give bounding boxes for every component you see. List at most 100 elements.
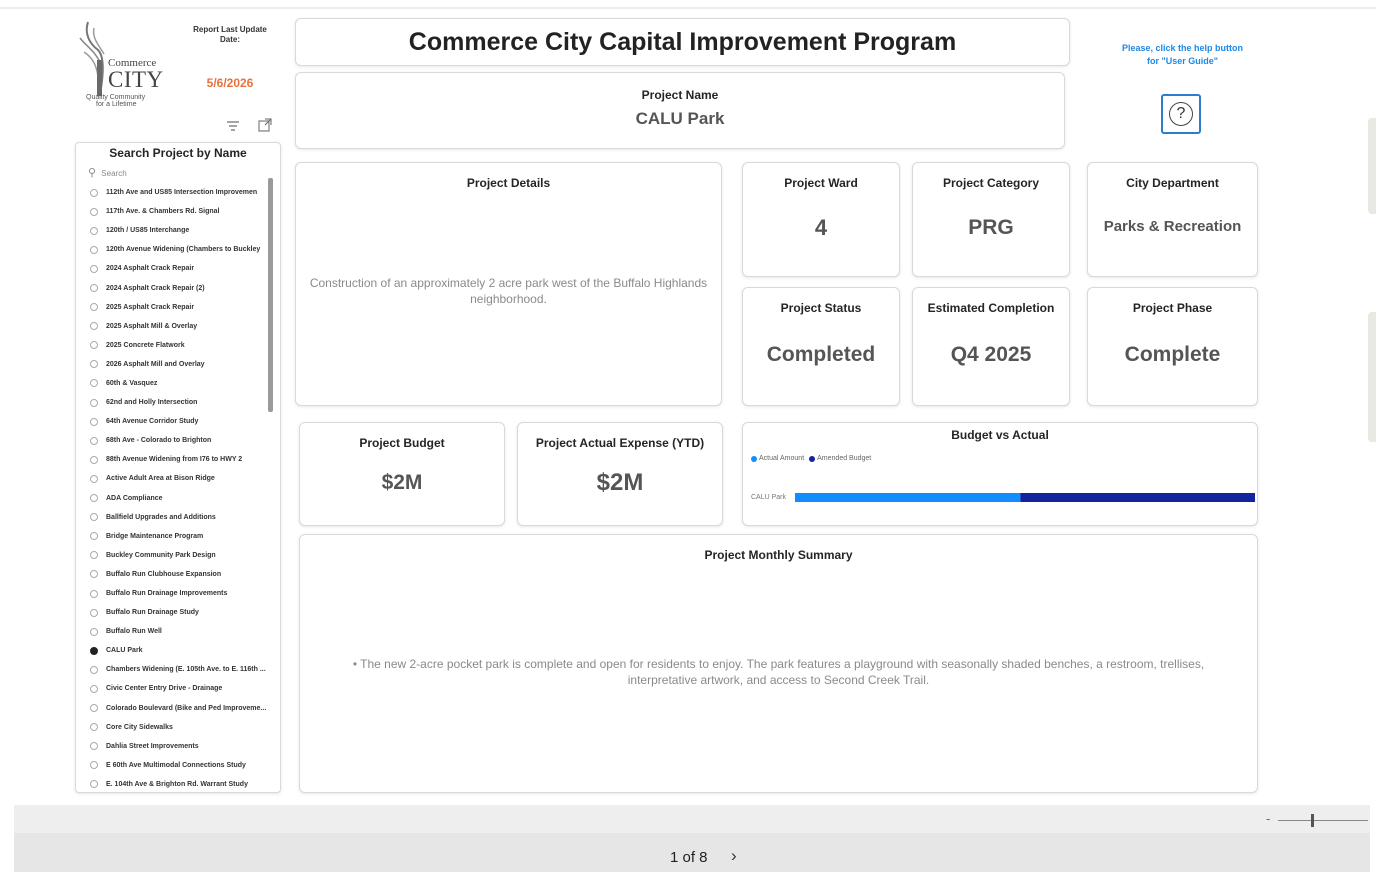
slicer-item-label: 2024 Asphalt Crack Repair [106, 265, 195, 273]
project-phase-card: Project Phase Complete [1087, 287, 1258, 406]
slicer-radio[interactable] [90, 436, 98, 445]
filter-icon[interactable] [226, 120, 240, 132]
project-name-label: Project Name [641, 88, 719, 102]
slicer-radio[interactable] [90, 494, 98, 503]
slicer-radio[interactable] [90, 532, 98, 541]
slicer-item[interactable]: 62nd and Holly Intersection [90, 393, 280, 412]
slicer-item[interactable]: Active Adult Area at Bison Ridge [90, 469, 280, 488]
slicer-radio[interactable] [90, 188, 98, 197]
slicer-item[interactable]: 88th Avenue Widening from I76 to HWY 2 [90, 450, 280, 469]
slicer-radio[interactable] [90, 303, 98, 312]
slicer-item-label: 2025 Asphalt Crack Repair [106, 303, 195, 311]
slicer-item[interactable]: 2026 Asphalt Mill and Overlay [90, 355, 280, 374]
slicer-scrollbar[interactable] [268, 178, 273, 412]
slicer-item[interactable]: 60th & Vasquez [90, 374, 280, 393]
search-placeholder: Search [101, 169, 127, 178]
legend-swatch-budget [809, 455, 816, 462]
slicer-item-label: Chambers Widening (E. 105th Ave. to E. 1… [106, 666, 266, 674]
project-name-card: Project Name CALU Park [295, 72, 1065, 149]
city-department-label: City Department [1126, 176, 1219, 190]
slicer-item[interactable]: 120th Avenue Widening (Chambers to Buckl… [90, 240, 280, 259]
slicer-item[interactable]: Dahlia Street Improvements [90, 737, 280, 756]
slicer-item[interactable]: E 60th Ave Multimodal Connections Study [90, 756, 280, 775]
slicer-item[interactable]: E. 104th Ave & Brighton Rd. Warrant Stud… [90, 775, 280, 794]
slicer-radio[interactable] [90, 665, 98, 674]
slicer-radio[interactable] [90, 284, 98, 293]
estimated-completion-card: Estimated Completion Q4 2025 [912, 287, 1070, 406]
slicer-search-input[interactable]: ⚲ Search [88, 166, 127, 179]
slicer-radio[interactable] [90, 264, 98, 273]
slicer-radio[interactable] [90, 513, 98, 522]
slicer-radio[interactable] [90, 761, 98, 770]
update-date-value: 5/6/2026 [206, 76, 254, 90]
slicer-radio[interactable] [90, 608, 98, 617]
slicer-item[interactable]: Core City Sidewalks [90, 718, 280, 737]
slicer-radio[interactable] [90, 551, 98, 560]
slicer-radio[interactable] [90, 207, 98, 216]
help-instructions: Please, click the help button for "User … [1100, 42, 1265, 68]
slicer-radio[interactable] [90, 417, 98, 426]
slicer-item[interactable]: Buffalo Run Drainage Study [90, 603, 280, 622]
slicer-item[interactable]: Chambers Widening (E. 105th Ave. to E. 1… [90, 660, 280, 679]
help-button[interactable]: ? [1161, 94, 1201, 134]
slicer-radio[interactable] [90, 742, 98, 751]
slicer-item[interactable]: Buckley Community Park Design [90, 546, 280, 565]
slicer-radio[interactable] [90, 455, 98, 464]
zoom-slider-thumb[interactable] [1311, 814, 1314, 827]
slicer-item[interactable]: Buffalo Run Well [90, 622, 280, 641]
slicer-item[interactable]: Bridge Maintenance Program [90, 527, 280, 546]
zoom-slider-track[interactable] [1278, 820, 1368, 821]
slicer-radio[interactable] [90, 379, 98, 388]
slicer-item[interactable]: Ballfield Upgrades and Additions [90, 508, 280, 527]
slicer-title: Search Project by Name [109, 146, 247, 160]
slicer-item[interactable]: 2025 Asphalt Crack Repair [90, 298, 280, 317]
city-department-card: City Department Parks & Recreation [1087, 162, 1258, 277]
slicer-item[interactable]: ADA Compliance [90, 489, 280, 508]
slicer-radio[interactable] [90, 398, 98, 407]
slicer-item-label: Bridge Maintenance Program [106, 532, 204, 540]
slicer-item[interactable]: 120th / US85 Interchange [90, 221, 280, 240]
slicer-radio[interactable] [90, 360, 98, 369]
slicer-radio[interactable] [90, 723, 98, 732]
slicer-item[interactable]: 2024 Asphalt Crack Repair [90, 259, 280, 278]
slicer-item-label: 2025 Concrete Flatwork [106, 341, 185, 349]
side-decoration [1368, 118, 1376, 214]
slicer-item[interactable]: 117th Ave. & Chambers Rd. Signal [90, 202, 280, 221]
slicer-radio[interactable] [90, 684, 98, 693]
logo-name-line2: CITY [108, 67, 164, 92]
bar-amended-budget[interactable] [1020, 493, 1255, 502]
slicer-radio[interactable] [90, 646, 98, 655]
slicer-item[interactable]: 112th Ave and US85 Intersection Improvem… [90, 183, 280, 202]
project-ward-value: 4 [814, 215, 828, 240]
slicer-radio[interactable] [90, 589, 98, 598]
slicer-radio[interactable] [90, 226, 98, 235]
focus-mode-icon[interactable] [258, 118, 272, 132]
slicer-radio[interactable] [90, 341, 98, 350]
next-page-icon[interactable]: › [731, 846, 737, 866]
slicer-item[interactable]: 68th Ave - Colorado to Brighton [90, 431, 280, 450]
slicer-radio[interactable] [90, 245, 98, 254]
slicer-radio[interactable] [90, 627, 98, 636]
project-expense-card: Project Actual Expense (YTD) $2M [517, 422, 723, 526]
slicer-item[interactable]: 2025 Concrete Flatwork [90, 336, 280, 355]
slicer-radio[interactable] [90, 474, 98, 483]
slicer-item[interactable]: 2024 Asphalt Crack Repair (2) [90, 278, 280, 297]
slicer-item[interactable]: Civic Center Entry Drive - Drainage [90, 679, 280, 698]
slicer-radio[interactable] [90, 780, 98, 789]
slicer-radio[interactable] [90, 570, 98, 579]
project-expense-label: Project Actual Expense (YTD) [535, 436, 705, 450]
help-text-line1: Please, click the help button [1121, 43, 1244, 53]
slicer-item[interactable]: CALU Park [90, 641, 280, 660]
slicer-item-label: Buffalo Run Well [106, 628, 162, 636]
slicer-item[interactable]: 64th Avenue Corridor Study [90, 412, 280, 431]
slicer-radio[interactable] [90, 704, 98, 713]
slicer-item[interactable]: Buffalo Run Drainage Improvements [90, 584, 280, 603]
slicer-radio[interactable] [90, 322, 98, 331]
slicer-item[interactable]: Colorado Boulevard (Bike and Ped Improve… [90, 699, 280, 718]
slicer-item-label: 117th Ave. & Chambers Rd. Signal [106, 208, 220, 216]
bar-actual-amount[interactable] [795, 493, 1021, 502]
slicer-item[interactable]: 2025 Asphalt Mill & Overlay [90, 317, 280, 336]
estimated-completion-label: Estimated Completion [927, 301, 1055, 315]
zoom-out-button[interactable]: - [1266, 811, 1270, 826]
slicer-item[interactable]: Buffalo Run Clubhouse Expansion [90, 565, 280, 584]
